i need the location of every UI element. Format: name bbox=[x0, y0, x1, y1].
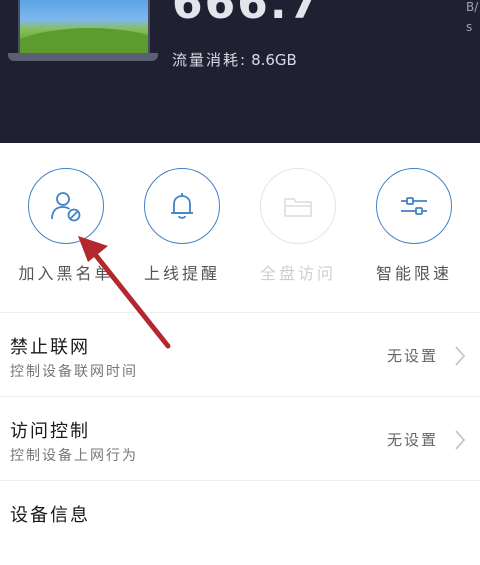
blacklist-button[interactable]: 加入黑名单 bbox=[6, 168, 126, 284]
internet-ban-title: 禁止联网 bbox=[10, 337, 90, 358]
access-control-subtitle: 控制设备上网行为 bbox=[10, 448, 138, 464]
access-control-value: 无设置 bbox=[386, 431, 438, 449]
list-item-internet-ban[interactable]: 禁止联网 控制设备联网时间 无设置 bbox=[0, 312, 480, 397]
full-disk-access-label: 全盘访问 bbox=[259, 264, 336, 283]
internet-ban-value: 无设置 bbox=[386, 347, 438, 365]
action-bar: 加入黑名单 上线提醒 全盘访问 智能限速 bbox=[0, 168, 480, 298]
folder-icon bbox=[284, 198, 312, 217]
list-item-access-control[interactable]: 访问控制 控制设备上网行为 无设置 bbox=[0, 396, 480, 481]
list-item-device-info[interactable]: 设备信息 bbox=[0, 480, 480, 565]
traffic-value: 8.6GB bbox=[251, 51, 297, 69]
laptop-device-icon bbox=[8, 0, 158, 62]
device-header: 666.7 B/ s 流量消耗: 8.6GB bbox=[0, 0, 480, 143]
traffic-label: 流量消耗: bbox=[172, 51, 248, 69]
bell-icon bbox=[171, 193, 193, 219]
sliders-icon bbox=[401, 197, 427, 215]
smart-speed-limit-label: 智能限速 bbox=[375, 264, 452, 283]
blacklist-label: 加入黑名单 bbox=[18, 264, 114, 283]
speed-readout: 666.7 bbox=[172, 0, 322, 29]
online-reminder-label: 上线提醒 bbox=[143, 264, 220, 283]
internet-ban-subtitle: 控制设备联网时间 bbox=[10, 364, 138, 380]
speed-unit: B/ s bbox=[466, 0, 479, 34]
online-reminder-button[interactable]: 上线提醒 bbox=[122, 168, 242, 284]
user-block-icon bbox=[51, 192, 81, 222]
device-info-title: 设备信息 bbox=[10, 505, 90, 526]
traffic-usage: 流量消耗: 8.6GB bbox=[172, 49, 297, 70]
access-control-title: 访问控制 bbox=[10, 421, 90, 442]
chevron-right-icon bbox=[455, 346, 466, 366]
chevron-right-icon bbox=[455, 430, 466, 450]
full-disk-access-button[interactable]: 全盘访问 bbox=[238, 168, 358, 284]
smart-speed-limit-button[interactable]: 智能限速 bbox=[354, 168, 474, 284]
